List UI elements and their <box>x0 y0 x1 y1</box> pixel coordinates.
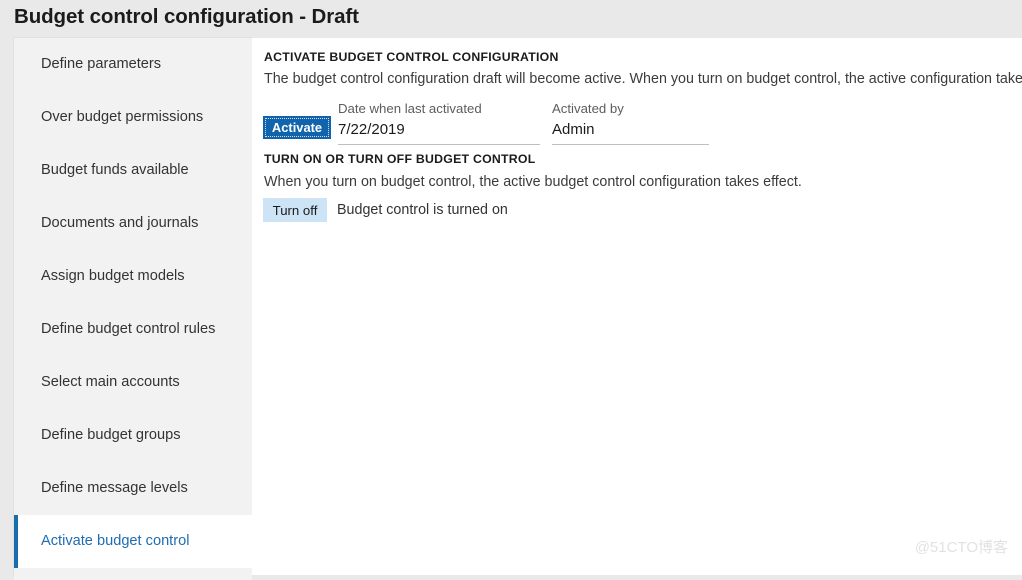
sidebar-item-define-message-levels[interactable]: Define message levels <box>14 462 252 515</box>
sidebar-item-partial[interactable] <box>14 568 252 580</box>
sidebar-item-define-budget-control-rules[interactable]: Define budget control rules <box>14 303 252 356</box>
date-when-last-activated-value[interactable]: 7/22/2019 <box>338 118 540 145</box>
activated-by-value[interactable]: Admin <box>552 118 709 145</box>
sidebar-item-over-budget-permissions[interactable]: Over budget permissions <box>14 91 252 144</box>
activate-section-description: The budget control configuration draft w… <box>264 71 1022 87</box>
turn-section-title: TURN ON OR TURN OFF BUDGET CONTROL <box>264 152 536 166</box>
sidebar-item-assign-budget-models[interactable]: Assign budget models <box>14 250 252 303</box>
date-when-last-activated-label: Date when last activated <box>338 99 540 118</box>
sidebar-item-budget-funds-available[interactable]: Budget funds available <box>14 144 252 197</box>
sidebar-item-label: Select main accounts <box>41 374 180 390</box>
activate-button[interactable]: Activate <box>263 116 331 139</box>
sidebar: Define parameters Over budget permission… <box>14 38 252 575</box>
sidebar-item-label: Over budget permissions <box>41 109 203 125</box>
page-header: Budget control configuration - Draft <box>0 0 1022 38</box>
sidebar-item-label: Budget funds available <box>41 162 189 178</box>
sidebar-item-define-parameters[interactable]: Define parameters <box>14 38 252 91</box>
sidebar-item-label: Documents and journals <box>41 215 198 231</box>
content-panel: ACTIVATE BUDGET CONTROL CONFIGURATION Th… <box>252 38 1022 575</box>
sidebar-item-label: Assign budget models <box>41 268 185 284</box>
sidebar-item-label: Activate budget control <box>41 533 189 549</box>
sidebar-item-label: Define budget control rules <box>41 321 215 337</box>
sidebar-item-select-main-accounts[interactable]: Select main accounts <box>14 356 252 409</box>
budget-control-status-text: Budget control is turned on <box>337 198 508 222</box>
sidebar-item-documents-and-journals[interactable]: Documents and journals <box>14 197 252 250</box>
sidebar-item-label: Define message levels <box>41 480 188 496</box>
sidebar-item-activate-budget-control[interactable]: Activate budget control <box>14 515 252 568</box>
watermark: @51CTO博客 <box>915 536 1008 557</box>
page-title: Budget control configuration - Draft <box>14 5 359 29</box>
activated-by-field: Activated by Admin <box>552 99 709 145</box>
sidebar-item-define-budget-groups[interactable]: Define budget groups <box>14 409 252 462</box>
activated-by-label: Activated by <box>552 99 709 118</box>
activate-section-title: ACTIVATE BUDGET CONTROL CONFIGURATION <box>264 50 559 64</box>
sidebar-item-label: Define budget groups <box>41 427 181 443</box>
sidebar-item-label: Define parameters <box>41 56 161 72</box>
date-when-last-activated-field: Date when last activated 7/22/2019 <box>338 99 540 145</box>
turn-off-button[interactable]: Turn off <box>263 198 327 222</box>
turn-section-description: When you turn on budget control, the act… <box>264 174 802 190</box>
